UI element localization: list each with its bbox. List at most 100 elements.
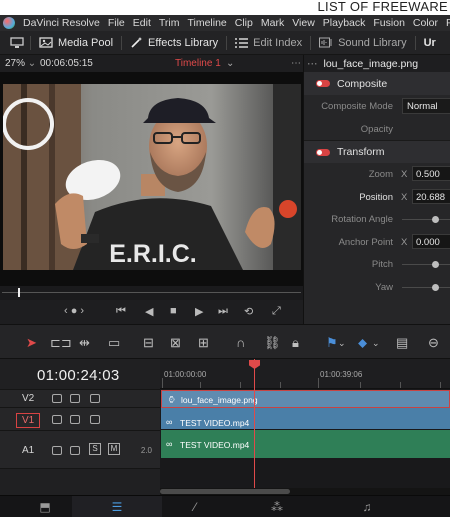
go-to-start-icon[interactable]: ⏮ [116,305,126,318]
opacity-label: Opacity [360,123,393,135]
timeline-playhead[interactable] [249,359,260,495]
lock-track-icon[interactable] [52,415,62,424]
insert-clip-icon[interactable]: ⊟ [143,335,154,351]
scrollbar-thumb[interactable] [160,489,290,494]
solo-button[interactable]: S [89,443,101,455]
timeline-dropdown-icon[interactable]: ⌄ [226,58,234,69]
viewer-panel: E.R.I.C. [0,72,303,286]
transform-title: Transform [337,146,385,158]
menu-file[interactable]: File [104,17,129,29]
jog-control[interactable]: ‹ ● › [64,305,84,317]
menu-edit[interactable]: Edit [129,17,155,29]
ruler-tick [400,382,401,388]
ruler-tick [318,378,319,388]
dynamic-trim-icon[interactable]: ⇹ [79,335,90,351]
scrubber-playhead[interactable] [18,288,20,297]
menu-fairlight[interactable]: Fairlight [442,17,450,29]
composite-section-header[interactable]: Composite [304,72,450,95]
yaw-slider-knob[interactable] [432,283,439,291]
yaw-slider-track[interactable] [402,286,450,288]
viewer-zoom-select[interactable]: 27% ⌄ [0,58,40,69]
auto-select-icon[interactable] [70,446,80,455]
position-row: Position X 20.688 [304,186,450,209]
track-enable-icon[interactable] [90,394,100,403]
menu-view[interactable]: View [288,17,319,29]
page-fusion[interactable]: ⁂ [232,496,322,517]
menu-fusion[interactable]: Fusion [369,17,409,29]
position-label: Position [359,191,393,203]
transform-enable-toggle[interactable] [316,148,330,156]
track-label-v1[interactable]: V1 [16,413,41,428]
pitch-slider-track[interactable] [402,264,450,265]
clip-name: lou_face_image.png [181,395,258,405]
effects-library-button[interactable]: Effects Library [122,31,226,54]
viewer-scrubber[interactable] [0,286,303,300]
menu-playback[interactable]: Playback [319,17,370,29]
replace-clip-icon[interactable]: ⊞ [198,335,209,351]
page-fairlight[interactable]: ♫ [322,496,412,517]
monitor-toggle-button[interactable] [0,31,30,54]
blade-tool-icon[interactable]: ▭ [108,335,120,351]
media-pool-button[interactable]: Media Pool [31,31,121,54]
menu-trim[interactable]: Trim [155,17,184,29]
stop-icon[interactable]: ■ [170,305,177,317]
selection-tool-icon[interactable]: ➤ [26,335,37,351]
timeline-clip-a1[interactable]: ∞ TEST VIDEO.mp4 [161,430,450,458]
rotation-slider-track[interactable] [402,219,450,220]
snapping-icon[interactable]: ∩ [236,335,245,350]
lock-track-icon[interactable] [52,446,62,455]
play-reverse-icon[interactable]: ◀ [145,305,153,318]
composite-mode-select[interactable]: Normal [402,98,450,114]
fullscreen-icon[interactable]: ⤢ [272,305,281,318]
linked-selection-icon[interactable]: ⛓ [264,335,281,351]
page-cut[interactable]: ☰ [72,496,162,517]
composite-enable-toggle[interactable] [316,80,330,87]
go-to-end-icon[interactable]: ⏭ [218,305,228,318]
position-lock-icon[interactable]: 🔒︎ [292,335,299,351]
auto-select-icon[interactable] [70,415,80,424]
menu-mark[interactable]: Mark [257,17,288,29]
sound-library-button[interactable]: Sound Library [311,31,415,54]
timeline-ruler[interactable]: 01:00:00:00 01:00:39:06 [160,359,450,389]
timeline-clip-v2[interactable]: ⌚︎ lou_face_image.png [161,390,450,408]
rotation-slider-knob[interactable] [432,216,439,223]
auto-select-icon[interactable] [70,394,80,403]
timeline-name[interactable]: Timeline 1 [175,58,221,69]
watermark-text: LIST OF FREEWARE [317,0,448,14]
edit-index-label: Edit Index [253,36,303,49]
zoom-x-field[interactable]: 0.500 [412,166,450,181]
menu-app[interactable]: DaVinci Resolve [19,17,104,29]
track-header-empty [0,468,160,495]
track-enable-icon[interactable] [90,415,100,424]
timeline-clip-v1[interactable]: ∞ TEST VIDEO.mp4 [161,408,450,429]
watermark-banner: LIST OF FREEWARE [0,0,450,15]
trim-tool-icon[interactable]: ⊏⊐ [50,335,72,351]
page-edit[interactable]: ⁄ [150,496,240,517]
loop-icon[interactable]: ⟲ [244,305,253,318]
anchor-x-field[interactable]: 0.000 [412,233,450,249]
flag-dropdown-icon[interactable]: ⌄ [338,338,346,349]
mute-button[interactable]: M [108,443,120,455]
track-height-icon[interactable]: ▤ [396,335,408,351]
monitor-icon [10,36,24,48]
menu-timeline[interactable]: Timeline [183,17,230,29]
timeline-scrollbar[interactable] [160,488,450,495]
track-label-a1: A1 [22,445,35,456]
pitch-slider-knob[interactable] [432,261,439,268]
marker-dropdown-icon[interactable]: ⌄ [372,338,380,349]
play-icon[interactable]: ▶ [195,305,203,318]
transform-section-header[interactable]: Transform [304,140,450,163]
viewer-more-icon[interactable]: ⋯ [291,58,301,69]
flag-icon[interactable]: ⚑ [326,335,338,351]
edit-index-button[interactable]: Edit Index [227,31,310,54]
marker-icon[interactable]: ⬥ [358,335,367,351]
inspector-more-icon[interactable]: ⋯ [304,58,324,70]
lock-track-icon[interactable] [52,394,62,403]
menu-color[interactable]: Color [409,17,442,29]
composite-title: Composite [337,77,388,90]
menu-clip[interactable]: Clip [231,17,257,29]
zoom-out-icon[interactable]: ⊖ [428,335,439,351]
position-x-field[interactable]: 20.688 [412,188,450,204]
toolbar-overflow-button[interactable]: Ur [416,31,444,54]
overwrite-clip-icon[interactable]: ⊠ [170,335,181,351]
